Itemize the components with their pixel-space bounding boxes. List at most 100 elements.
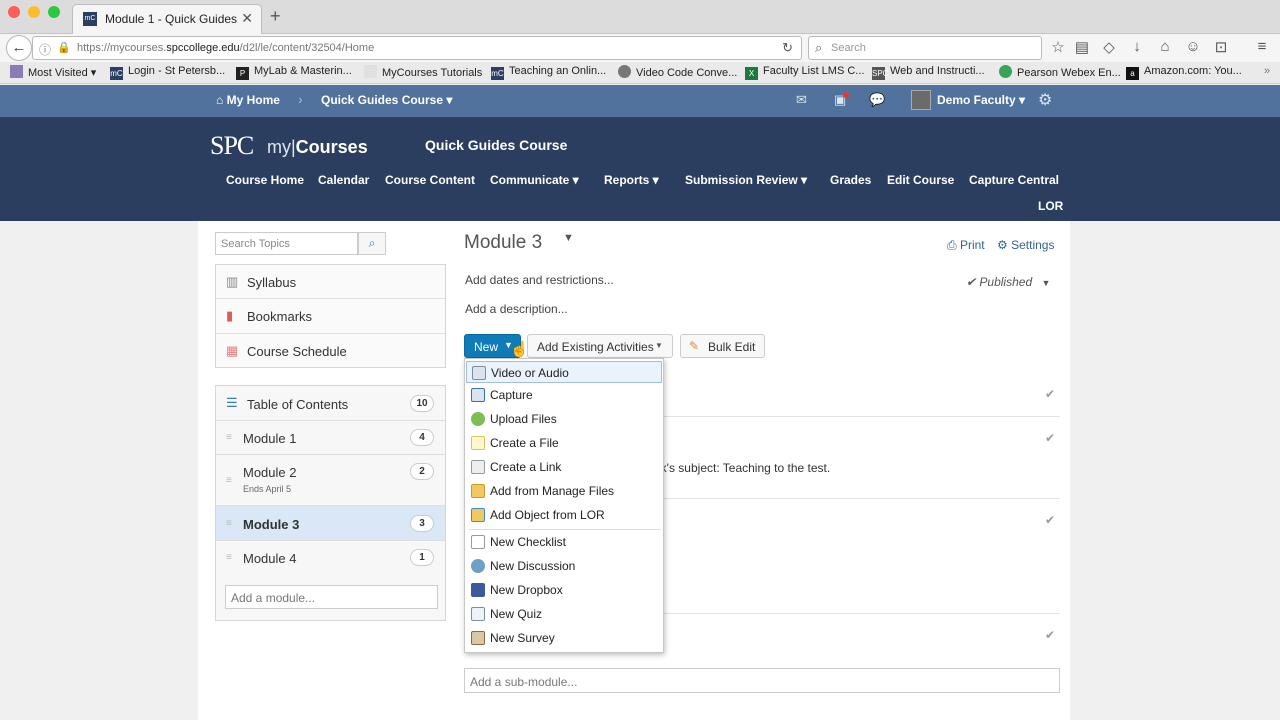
nav-course-home[interactable]: Course Home [226,173,304,187]
bookmark-item[interactable]: mC Teaching an Onlin... [491,65,606,80]
add-submodule-input[interactable]: Add a sub-module... [464,668,1060,693]
sidebar-item-toc[interactable]: ☰ Table of Contents 10 [216,386,445,421]
browser-tab[interactable]: mC Module 1 - Quick Guides C... ✕ [72,4,262,34]
bookmark-item[interactable]: Pearson Webex En... [999,65,1121,79]
nav-reports[interactable]: Reports ▾ [604,173,659,187]
sidebar-item-module-4[interactable]: ≡ Module 4 1 [216,541,445,575]
hand-cursor-icon: ☝ [510,341,529,358]
add-module-input[interactable]: Add a module... [225,585,438,609]
published-status[interactable]: ✔ Published ▼ [966,275,1050,289]
bookmark-item[interactable]: P MyLab & Masterin... [236,65,352,80]
nav-communicate[interactable]: Communicate ▾ [490,173,579,187]
new-dropdown-menu: Video or Audio Capture Upload Files Crea… [464,358,664,653]
menu-item-label: Upload Files [490,412,557,426]
menu-item-add-object-from-lor[interactable]: Add Object from LOR [466,504,662,526]
menu-item-new-quiz[interactable]: New Quiz [466,603,662,625]
bulk-edit-button[interactable]: ✎ Bulk Edit [680,334,765,358]
nav-lor[interactable]: LOR [1038,199,1063,213]
menu-item-create-a-file[interactable]: Create a File [466,432,662,454]
gear-icon[interactable]: ⚙ [1038,90,1052,110]
maximize-window-button[interactable] [48,6,60,18]
menu-item-new-dropbox[interactable]: New Dropbox [466,579,662,601]
nav-edit-course[interactable]: Edit Course [887,173,954,187]
sidebar-item-module-1[interactable]: ≡ Module 1 4 [216,421,445,455]
bookmarks-overflow-icon[interactable]: » [1264,65,1270,77]
new-tab-icon[interactable]: + [270,6,281,27]
mail-icon[interactable]: ✉ [796,92,807,108]
chat-icon[interactable]: ☺ [1183,38,1203,55]
menu-item-video-or-audio[interactable]: Video or Audio [466,361,662,383]
search-topics-input[interactable]: Search Topics [215,232,358,255]
bookmark-item[interactable]: MyCourses Tutorials [364,65,482,79]
pencil-icon: ✎ [689,339,700,353]
nav-calendar[interactable]: Calendar [318,173,369,187]
nav-capture-central[interactable]: Capture Central [969,173,1059,187]
close-window-button[interactable] [8,6,20,18]
minimize-window-button[interactable] [28,6,40,18]
extension-icon[interactable]: ⊡ [1211,38,1231,56]
avatar[interactable] [911,90,931,110]
add-dates-link[interactable]: Add dates and restrictions... [465,273,614,287]
checkmark-icon: ✔ [1045,431,1056,445]
my-home-link[interactable]: ⌂ My Home [216,93,280,107]
sidebar-item-syllabus[interactable]: ▥ Syllabus [216,265,445,299]
sidebar-item-bookmarks[interactable]: ▮ Bookmarks [216,299,445,334]
menu-item-capture[interactable]: Capture [466,384,662,406]
spc-logo[interactable]: SPC [210,131,254,161]
module-menu-icon[interactable]: ▼ [563,232,574,244]
menu-item-new-survey[interactable]: New Survey [466,627,662,649]
checkmark-icon: ✔ [1045,387,1056,401]
settings-link[interactable]: ⚙ Settings [997,238,1054,252]
drag-handle-icon[interactable]: ≡ [226,552,232,563]
url-bar[interactable]: ⓘ 🔒 https://mycourses.spccollege.edu/d2l… [32,36,802,60]
reading-list-icon[interactable]: ▤ [1072,38,1092,56]
bookmark-item[interactable]: X Faculty List LMS C... [745,65,864,80]
messages-icon[interactable]: 💬 [869,92,885,108]
add-existing-activities-button[interactable]: Add Existing Activities ▼ [527,334,673,358]
course-title: Quick Guides Course [425,137,568,153]
bookmark-item[interactable]: a Amazon.com: You... [1126,65,1242,80]
drag-handle-icon[interactable]: ≡ [226,475,232,486]
menu-icon[interactable]: ≡ [1252,38,1272,55]
home-icon[interactable]: ⌂ [1155,38,1175,55]
bookmark-item[interactable]: mC Login - St Petersb... [110,65,225,80]
menu-item-new-checklist[interactable]: New Checklist [466,531,662,553]
search-topics-button[interactable]: ⌕ [358,232,386,255]
reload-icon[interactable]: ↻ [782,40,793,56]
course-selector[interactable]: Quick Guides Course ▾ [321,93,452,107]
mycourses-logo[interactable]: my|Courses [267,137,368,158]
bookmark-star-icon[interactable]: ☆ [1048,38,1068,56]
bookmark-item[interactable]: SPC Web and Instructi... [872,65,985,80]
download-icon[interactable]: ↓ [1127,38,1147,55]
chevron-down-icon: ▼ [1041,278,1051,288]
tab-close-icon[interactable]: ✕ [241,10,253,27]
bookmark-item[interactable]: Video Code Conve... [618,65,737,79]
sidebar-item-module-2[interactable]: ≡ Module 2 Ends April 5 2 [216,455,445,506]
nav-grades[interactable]: Grades [830,173,871,187]
menu-item-label: Create a File [490,436,559,450]
folder-icon [10,65,23,78]
user-menu[interactable]: Demo Faculty ▾ [937,93,1025,107]
pocket-icon[interactable]: ◇ [1099,38,1119,56]
new-button-label: New [474,340,499,354]
menu-item-add-from-manage-files[interactable]: Add from Manage Files [466,480,662,502]
sidebar-item-label: Table of Contents [247,397,349,412]
info-icon[interactable]: ⓘ [39,41,51,58]
menu-item-upload-files[interactable]: Upload Files [466,408,662,430]
sidebar-item-label: Module 4 [243,551,297,566]
menu-item-label: Video or Audio [491,366,569,380]
browser-search-input[interactable]: ⌕ Search [808,36,1042,60]
sidebar-item-course-schedule[interactable]: ▦ Course Schedule [216,334,445,368]
menu-item-create-a-link[interactable]: Create a Link [466,456,662,478]
bookmark-item[interactable]: Most Visited ▾ [10,65,96,79]
menu-item-new-discussion[interactable]: New Discussion [466,555,662,577]
updates-icon[interactable]: ▣ [834,92,850,108]
nav-submission-review[interactable]: Submission Review ▾ [685,173,807,187]
print-link[interactable]: ⎙ Print [947,238,985,253]
sidebar-item-module-3[interactable]: ≡ Module 3 3 [216,506,445,541]
drag-handle-icon[interactable]: ≡ [226,432,232,443]
nav-course-content[interactable]: Course Content [385,173,475,187]
drag-handle-icon[interactable]: ≡ [226,518,232,529]
add-description-link[interactable]: Add a description... [465,302,568,316]
back-button[interactable]: ← [6,35,32,61]
